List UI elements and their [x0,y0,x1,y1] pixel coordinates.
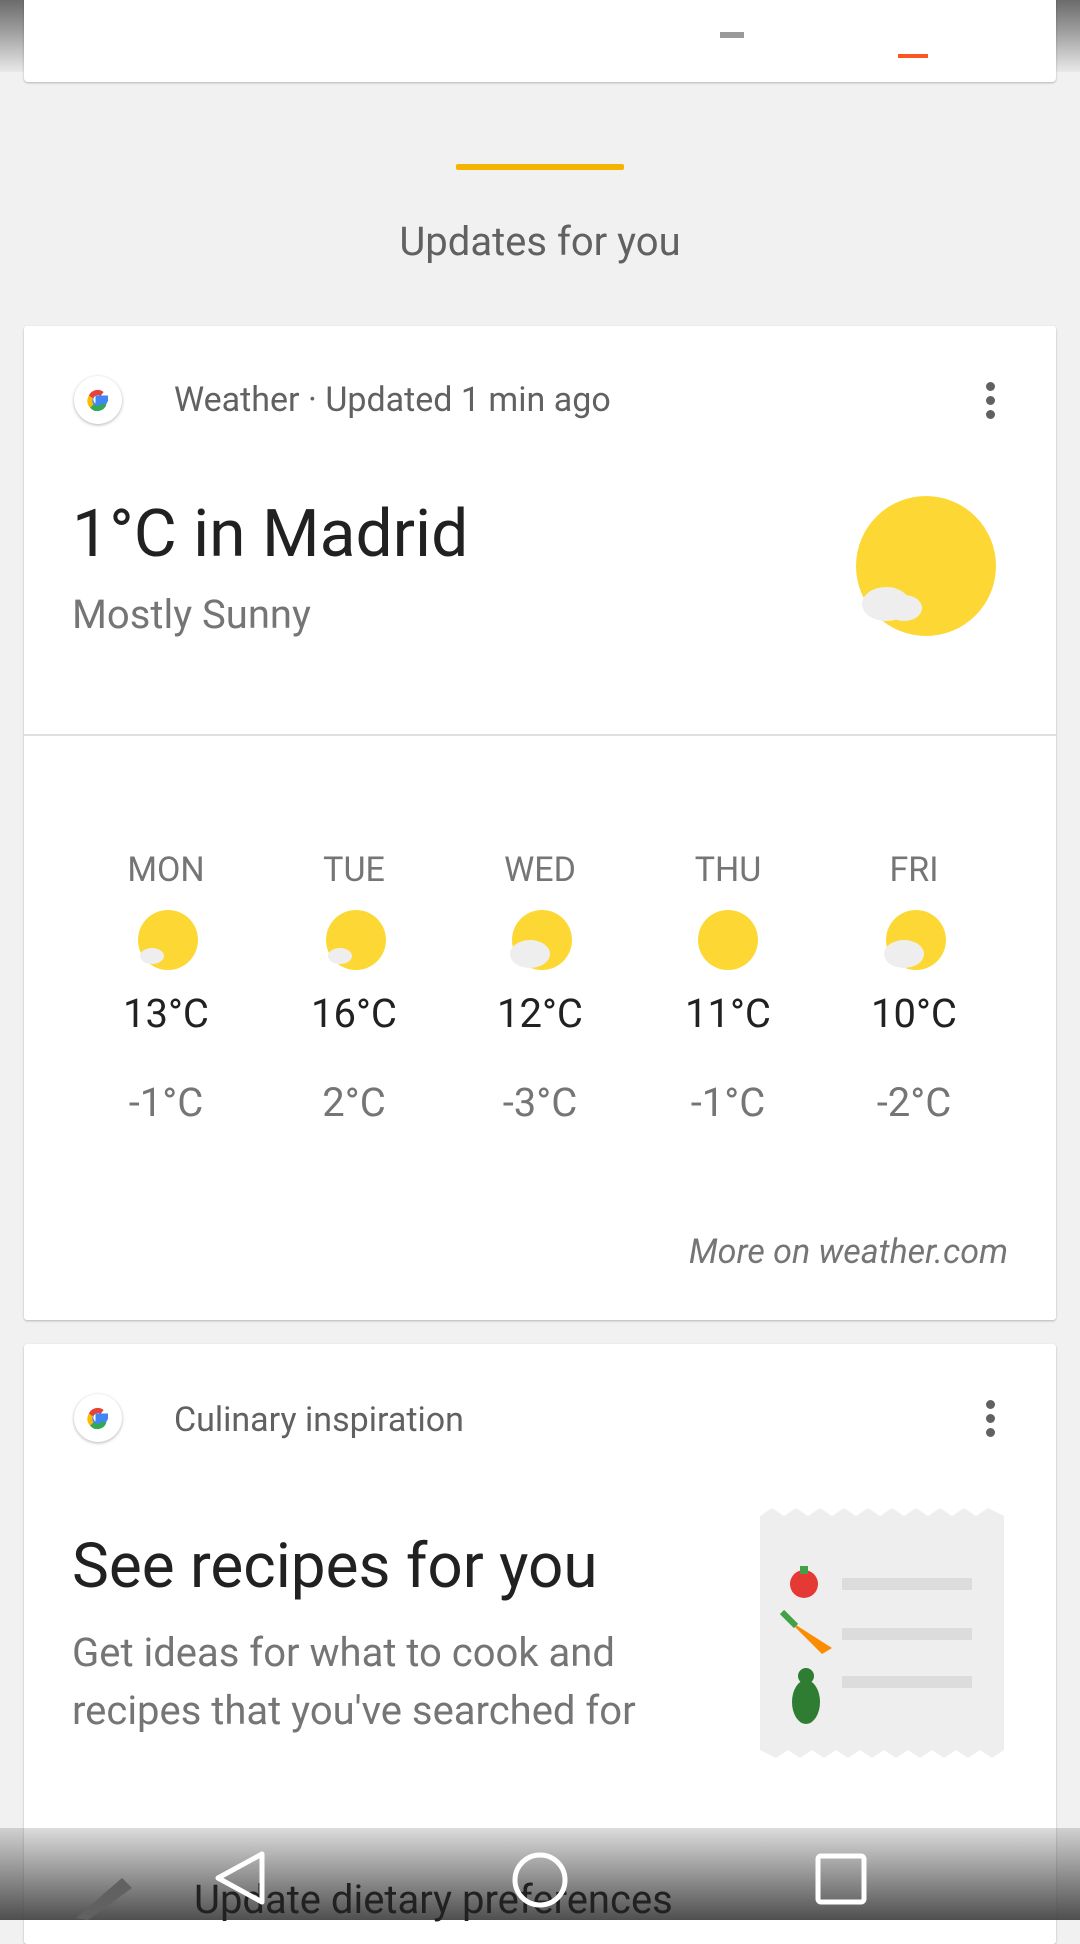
more-weather-link[interactable]: More on weather.com [689,1232,1008,1272]
cloud-sun-icon [834,890,994,990]
forecast-day: WED 12°C -3°C [460,850,620,1126]
recipe-receipt-icon [760,1508,1004,1762]
sun-cloud-icon [274,890,434,990]
dnd-icon [711,14,753,56]
sun-icon [648,890,808,990]
forecast-day: THU 11°C -1°C [648,850,808,1126]
day-name: TUE [323,850,385,890]
navigation-bar [0,1828,1080,1920]
status-icons [706,10,946,64]
home-button[interactable] [510,1850,570,1914]
day-name: WED [504,850,576,890]
day-high: 11°C [685,990,771,1037]
day-low: -1°C [690,1079,766,1126]
forecast-day: FRI 10°C -2°C [834,850,994,1126]
signal-icon [830,14,874,56]
recipe-title: See recipes for you [72,1530,598,1603]
day-low: -2°C [876,1079,952,1126]
recipe-description: Get ideas for what to cook and recipes t… [72,1629,636,1734]
battery-icon [898,20,928,58]
forecast-day: TUE 16°C 2°C [274,850,434,1126]
back-button[interactable] [212,1850,268,1910]
google-logo-icon [74,1394,122,1442]
day-high: 13°C [123,990,209,1037]
weather-source-label: Weather · Updated 1 min ago [174,380,611,420]
incognito-icon [28,14,78,62]
card-divider [24,734,1056,736]
cloud-sun-icon [460,890,620,990]
weather-condition: Mostly Sunny [72,591,311,638]
sun-cloud-icon [846,494,996,648]
more-options-icon[interactable] [986,1400,998,1442]
wifi-icon [774,16,822,54]
day-low: -3°C [502,1079,578,1126]
recipes-source-label: Culinary inspiration [174,1400,464,1440]
day-high: 10°C [871,990,957,1037]
day-low: 2°C [322,1079,386,1126]
recents-button[interactable] [814,1852,868,1910]
accent-line [456,164,624,170]
status-time: 09:10 [951,12,1058,61]
day-name: THU [694,850,762,890]
weather-headline: 1°C in Madrid [72,496,469,573]
day-low: -1°C [128,1079,204,1126]
day-high: 12°C [497,990,583,1037]
day-high: 16°C [311,990,397,1037]
day-name: MON [127,850,205,890]
forecast-day: MON 13°C -1°C [86,850,246,1126]
more-options-icon[interactable] [986,382,998,424]
sun-cloud-icon [86,890,246,990]
google-logo-icon [74,376,122,424]
page-title: Updates for you [399,218,681,265]
weather-card[interactable]: Weather · Updated 1 min ago 1°C in Madri… [24,326,1056,1320]
day-name: FRI [889,850,939,890]
